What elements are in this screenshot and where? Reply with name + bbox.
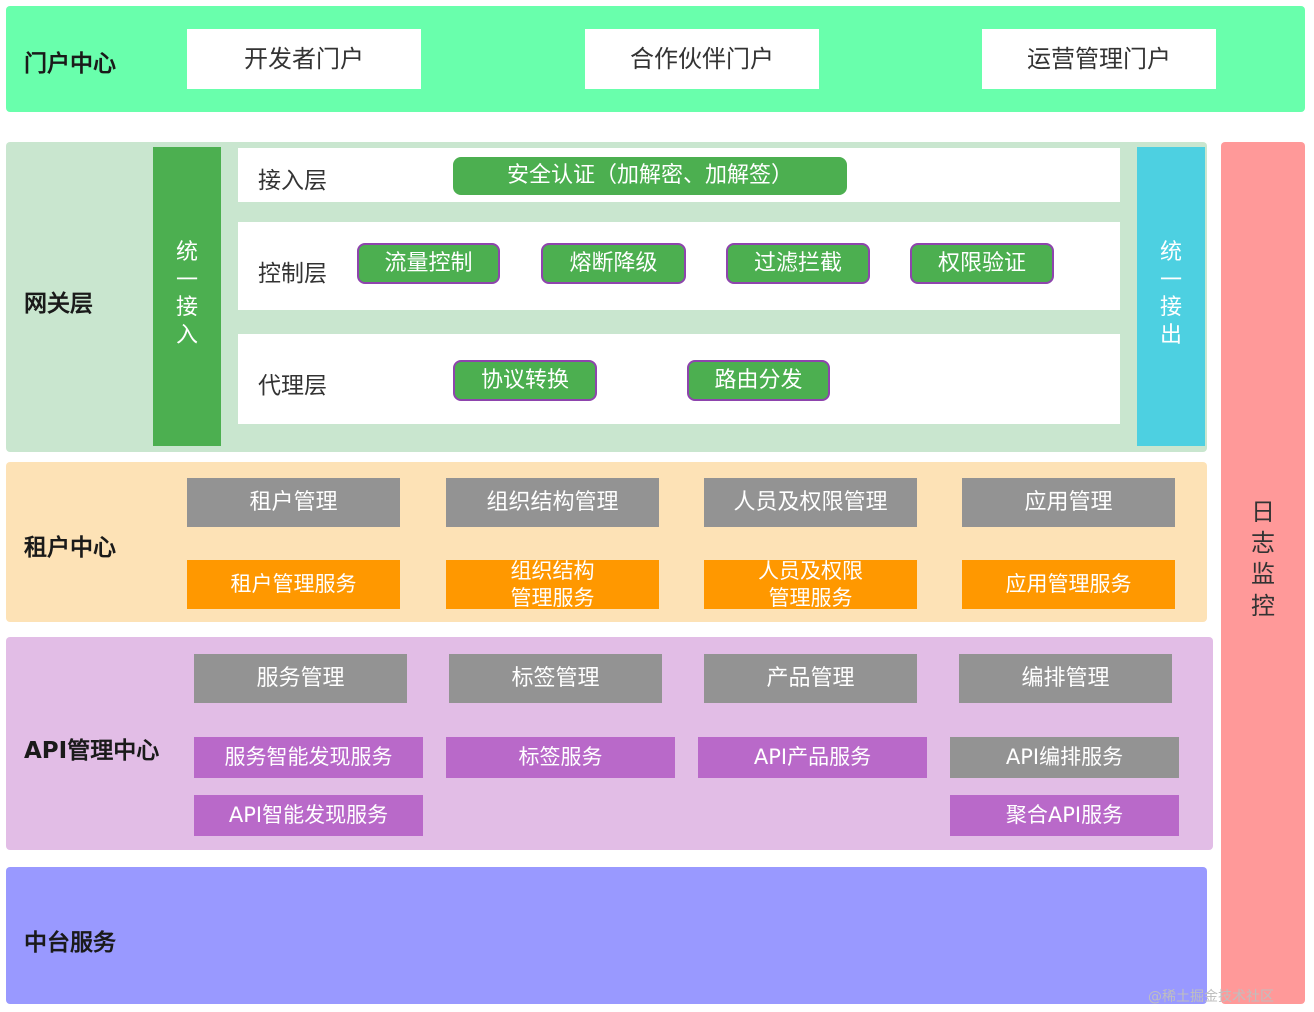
log-monitor-char: 监	[1251, 560, 1275, 589]
watermark-text: @稀土掘金技术社区	[1148, 989, 1274, 1005]
app-management-service-box[interactable]: 应用管理服务	[962, 560, 1175, 609]
unified-access-out-label: 统 一 接 出	[1137, 239, 1205, 349]
api-orchestration-service-box[interactable]: API编排服务	[950, 737, 1179, 778]
circuit-breaker-pill[interactable]: 熔断降级	[541, 243, 686, 284]
log-monitor-char: 日	[1251, 498, 1275, 526]
mid-platform-title: 中台服务	[24, 930, 116, 956]
org-structure-management-box[interactable]: 组织结构管理	[446, 478, 659, 527]
partner-portal-button[interactable]: 合作伙伴门户	[585, 29, 819, 89]
product-management-box[interactable]: 产品管理	[704, 654, 917, 703]
access-layer-row: 接入层 安全认证（加解密、加解签）	[238, 148, 1120, 202]
tag-management-box[interactable]: 标签管理	[449, 654, 662, 703]
service-discovery-service-box[interactable]: 服务智能发现服务	[194, 737, 423, 778]
unified-in-char: 入	[175, 322, 198, 348]
filter-intercept-pill[interactable]: 过滤拦截	[726, 243, 870, 284]
unified-in-char: 统	[175, 240, 198, 265]
security-auth-pill[interactable]: 安全认证（加解密、加解签）	[453, 157, 847, 195]
org-structure-service-box[interactable]: 组织结构 管理服务	[446, 559, 659, 610]
tenant-center-title: 租户中心	[24, 535, 116, 561]
portal-center-band: 门户中心 开发者门户 合作伙伴门户 运营管理门户	[6, 6, 1305, 112]
mid-platform-band: 中台服务	[6, 867, 1207, 1004]
unified-out-char: 统	[1159, 240, 1182, 265]
unified-access-in-bar: 统 一 接 入	[153, 147, 221, 446]
operations-portal-button[interactable]: 运营管理门户	[982, 29, 1216, 89]
unified-in-char: 接	[175, 295, 198, 320]
gateway-layer-title: 网关层	[24, 291, 93, 317]
unified-out-char: 出	[1159, 322, 1182, 348]
api-product-service-box[interactable]: API产品服务	[698, 737, 927, 778]
proxy-layer-label: 代理层	[258, 373, 327, 399]
gateway-layer-band: 网关层 统 一 接 入 接入层 安全认证（加解密、加解签） 控制层 流量控制 熔…	[6, 142, 1207, 452]
log-monitor-label: 日 志 监 控	[1221, 497, 1305, 622]
traffic-control-pill[interactable]: 流量控制	[357, 243, 500, 284]
personnel-permission-management-box[interactable]: 人员及权限管理	[704, 478, 917, 527]
access-layer-label: 接入层	[258, 168, 327, 194]
control-layer-label: 控制层	[258, 261, 327, 287]
unified-access-in-label: 统 一 接 入	[153, 239, 221, 349]
developer-portal-button[interactable]: 开发者门户	[187, 29, 421, 89]
control-layer-row: 控制层 流量控制 熔断降级 过滤拦截 权限验证	[238, 222, 1120, 310]
unified-out-char: 接	[1159, 295, 1182, 320]
tenant-management-service-box[interactable]: 租户管理服务	[187, 560, 400, 609]
permission-verify-pill[interactable]: 权限验证	[910, 243, 1054, 284]
log-monitor-bar: 日 志 监 控	[1221, 142, 1305, 1004]
personnel-permission-service-box[interactable]: 人员及权限 管理服务	[704, 559, 917, 610]
aggregate-api-service-box[interactable]: 聚合API服务	[950, 795, 1179, 836]
route-dispatch-pill[interactable]: 路由分发	[687, 360, 830, 401]
portal-center-title: 门户中心	[24, 51, 116, 77]
tenant-center-band: 租户中心 租户管理 组织结构管理 人员及权限管理 应用管理 租户管理服务 组织结…	[6, 462, 1207, 622]
api-center-title: API管理中心	[24, 738, 160, 764]
proxy-layer-row: 代理层 协议转换 路由分发	[238, 334, 1120, 424]
unified-access-out-bar: 统 一 接 出	[1137, 147, 1205, 446]
tenant-management-box[interactable]: 租户管理	[187, 478, 400, 527]
orchestration-management-box[interactable]: 编排管理	[959, 654, 1172, 703]
api-discovery-service-box[interactable]: API智能发现服务	[194, 795, 423, 836]
protocol-convert-pill[interactable]: 协议转换	[453, 360, 597, 401]
app-management-box[interactable]: 应用管理	[962, 478, 1175, 527]
unified-in-char: 一	[175, 267, 198, 293]
log-monitor-char: 控	[1251, 591, 1275, 620]
log-monitor-char: 志	[1251, 529, 1275, 558]
unified-out-char: 一	[1159, 267, 1182, 293]
api-center-band: API管理中心 服务管理 标签管理 产品管理 编排管理 服务智能发现服务 标签服…	[6, 637, 1213, 850]
tag-service-box[interactable]: 标签服务	[446, 737, 675, 778]
service-management-box[interactable]: 服务管理	[194, 654, 407, 703]
